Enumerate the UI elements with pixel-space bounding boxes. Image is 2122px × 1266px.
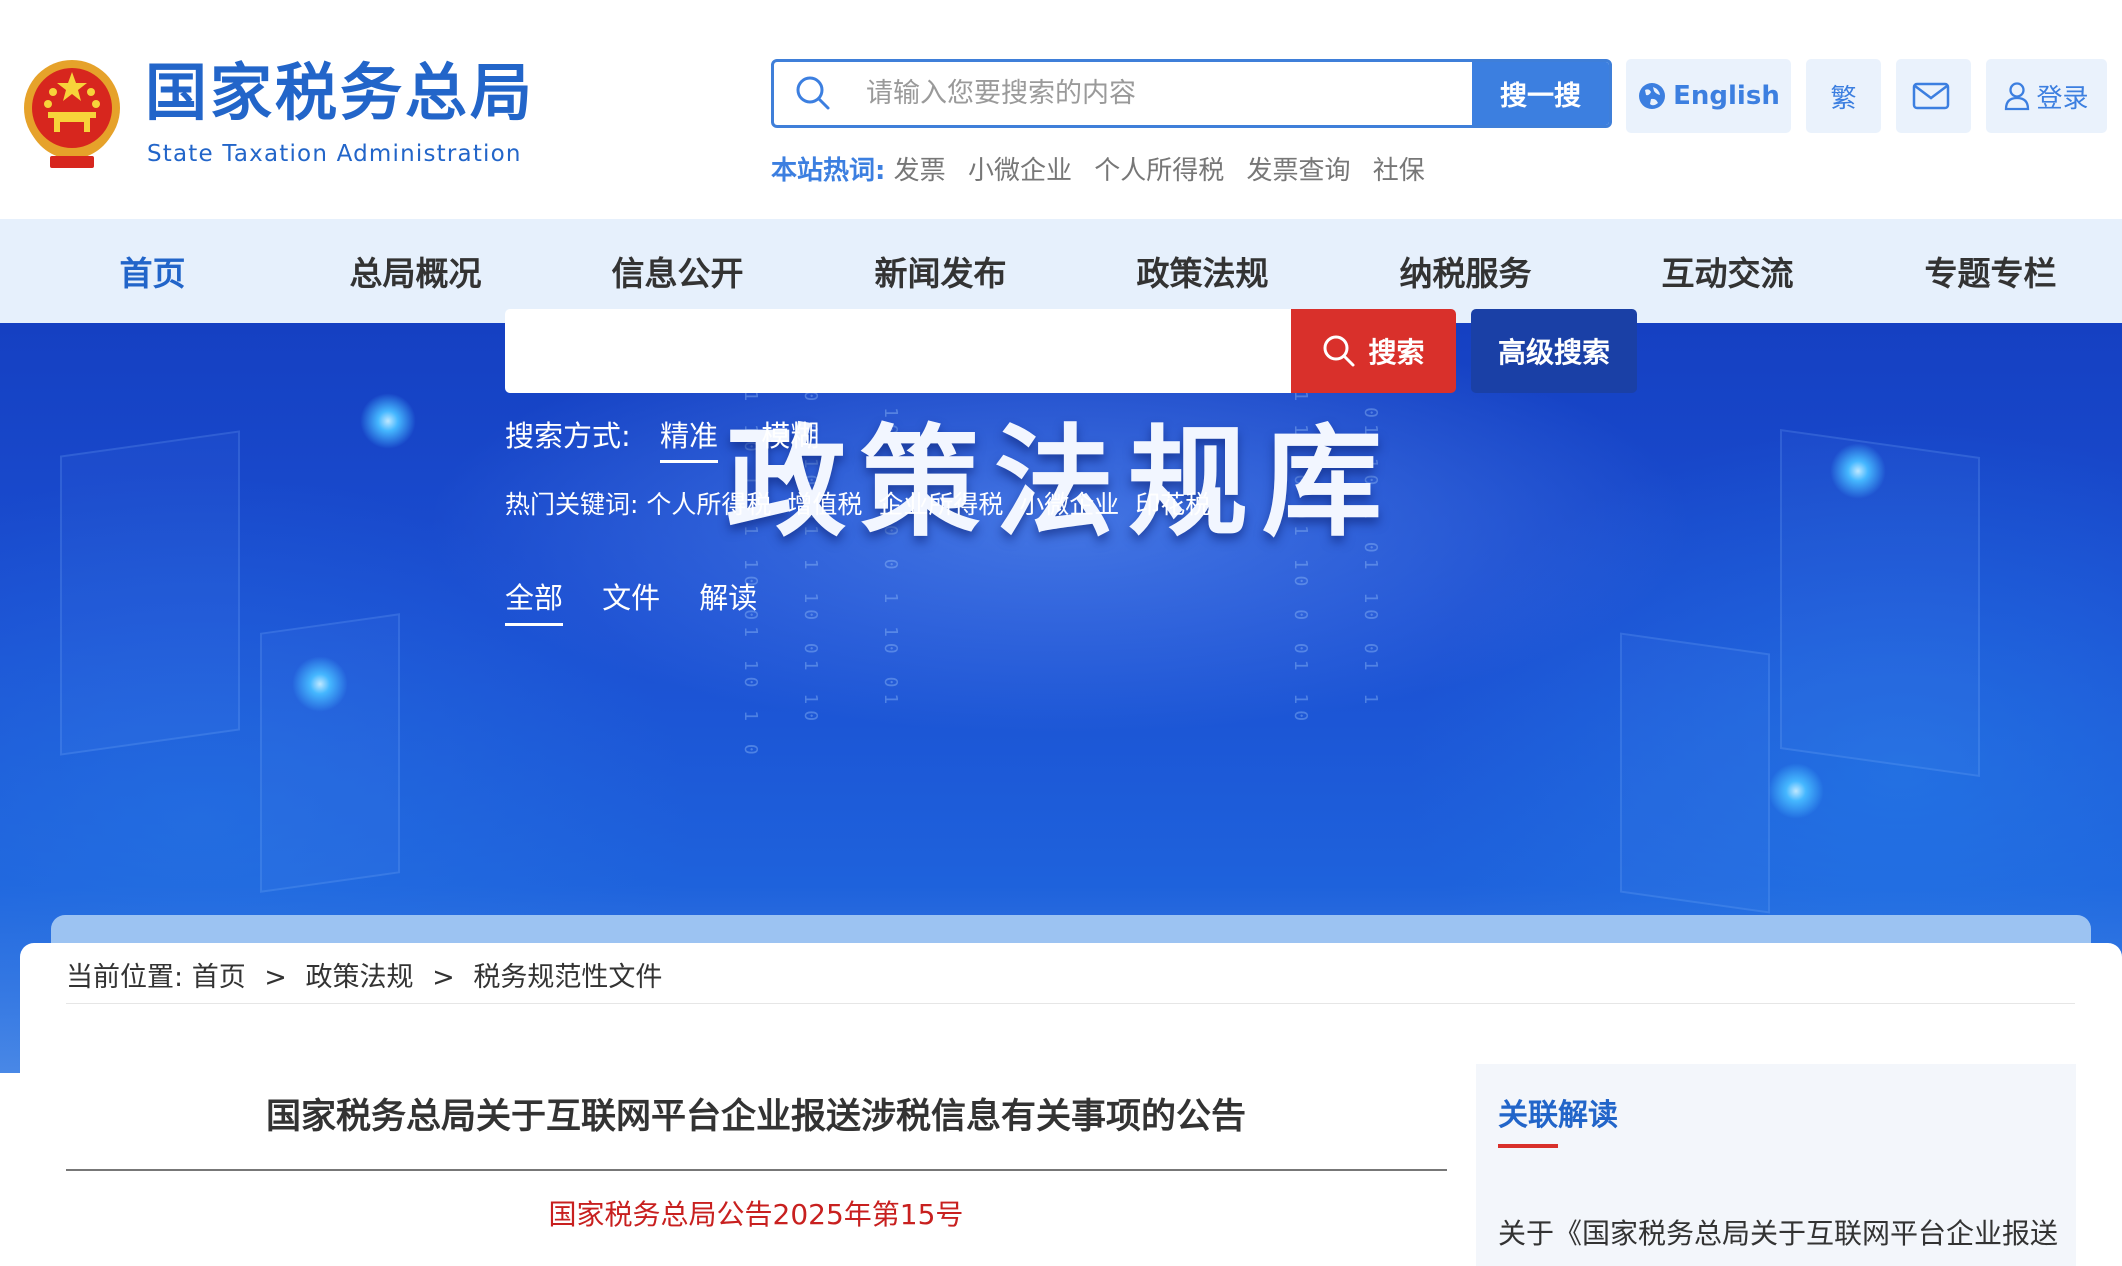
hot-word[interactable]: 小微企业 bbox=[968, 156, 1072, 186]
breadcrumb-normative-docs[interactable]: 税务规范性文件 bbox=[473, 962, 662, 993]
search-mode-fuzzy[interactable]: 模糊 bbox=[761, 413, 819, 460]
search-icon bbox=[1323, 335, 1355, 367]
tab-interpretations[interactable]: 解读 bbox=[699, 575, 757, 623]
login-button[interactable]: 登录 bbox=[1986, 59, 2107, 133]
hot-keyword[interactable]: 个人所得税 bbox=[646, 490, 771, 519]
banner-title: 政策法规库 bbox=[726, 412, 1396, 553]
policy-search-button[interactable]: 搜索 bbox=[1291, 309, 1456, 393]
tab-all[interactable]: 全部 bbox=[505, 575, 564, 626]
nav-item-policy[interactable]: 政策法规 bbox=[1071, 219, 1334, 323]
nav-item-tax-service[interactable]: 纳税服务 bbox=[1334, 219, 1597, 323]
nav-item-topics[interactable]: 专题专栏 bbox=[1859, 219, 2122, 323]
breadcrumb-policy[interactable]: 政策法规 bbox=[306, 962, 414, 993]
article-number: 国家税务总局公告2025年第15号 bbox=[548, 1198, 964, 1231]
breadcrumb-label: 当前位置: bbox=[66, 962, 184, 993]
nav-item-interaction[interactable]: 互动交流 bbox=[1596, 219, 1859, 323]
banner-glow-dot bbox=[1768, 763, 1824, 819]
breadcrumb: 当前位置: 首页 > 政策法规 > 税务规范性文件 bbox=[66, 955, 662, 994]
login-label: 登录 bbox=[2036, 83, 2089, 114]
nav-item-home[interactable]: 首页 bbox=[21, 219, 284, 323]
site-hot-words: 本站热词: 发票 小微企业 个人所得税 发票查询 社保 bbox=[771, 150, 1439, 187]
mail-button[interactable] bbox=[1896, 59, 1971, 133]
hot-keywords-label: 热门关键词: bbox=[505, 490, 639, 519]
nav-item-overview[interactable]: 总局概况 bbox=[284, 219, 547, 323]
breadcrumb-separator: > bbox=[432, 962, 455, 993]
national-emblem-icon bbox=[24, 60, 120, 168]
traditional-chinese-button[interactable]: 繁 bbox=[1806, 59, 1881, 133]
site-logo-english[interactable]: State Taxation Administration bbox=[147, 141, 522, 167]
site-search-input[interactable] bbox=[864, 62, 1464, 125]
search-icon bbox=[796, 76, 830, 110]
breadcrumb-divider bbox=[66, 1003, 1076, 1004]
banner-decor-panel bbox=[260, 613, 400, 893]
hot-keyword[interactable]: 小微企业 bbox=[1019, 490, 1119, 519]
main-nav: 首页 总局概况 信息公开 新闻发布 政策法规 纳税服务 互动交流 专题专栏 bbox=[0, 219, 2122, 323]
hot-word[interactable]: 个人所得税 bbox=[1094, 156, 1224, 186]
tab-documents[interactable]: 文件 bbox=[602, 575, 660, 623]
search-mode-label: 搜索方式: bbox=[505, 419, 631, 453]
search-mode-exact[interactable]: 精准 bbox=[660, 413, 719, 463]
banner-search-tabs: 全部 文件 解读 bbox=[505, 575, 791, 626]
globe-icon bbox=[1639, 83, 1666, 109]
policy-search-label: 搜索 bbox=[1368, 336, 1425, 369]
hot-word[interactable]: 社保 bbox=[1373, 156, 1425, 186]
breadcrumb-divider bbox=[1076, 1003, 2075, 1004]
english-label: English bbox=[1673, 81, 1780, 111]
article-title-divider bbox=[66, 1169, 1447, 1171]
hot-keywords: 热门关键词: 个人所得税 增值税 企业所得税 小微企业 印花税 bbox=[505, 485, 1218, 521]
banner-decor-panel bbox=[1620, 632, 1770, 914]
site-header: 国家税务总局 State Taxation Administration 搜一搜… bbox=[0, 0, 2122, 219]
search-mode: 搜索方式: 精准 模糊 bbox=[505, 413, 833, 463]
nav-item-news[interactable]: 新闻发布 bbox=[809, 219, 1072, 323]
nav-item-disclosure[interactable]: 信息公开 bbox=[546, 219, 809, 323]
user-icon bbox=[2005, 82, 2030, 111]
site-logo-chinese[interactable]: 国家税务总局 bbox=[145, 62, 535, 124]
hot-words-label: 本站热词: bbox=[771, 156, 886, 186]
article-title: 国家税务总局关于互联网平台企业报送涉税信息有关事项的公告 bbox=[265, 1097, 1246, 1137]
mail-icon bbox=[1912, 82, 1949, 110]
hot-keyword[interactable]: 增值税 bbox=[787, 490, 862, 519]
breadcrumb-separator: > bbox=[264, 962, 287, 993]
policy-search-input[interactable] bbox=[505, 309, 1291, 393]
hot-keyword[interactable]: 企业所得税 bbox=[878, 490, 1003, 519]
breadcrumb-home[interactable]: 首页 bbox=[192, 962, 246, 993]
site-search-button[interactable]: 搜一搜 bbox=[1472, 62, 1609, 125]
policy-search-box bbox=[505, 309, 1291, 393]
related-interpretation-title: 关联解读 bbox=[1498, 1098, 1618, 1133]
related-title-underline bbox=[1498, 1144, 1558, 1148]
english-button[interactable]: English bbox=[1626, 59, 1791, 133]
related-interpretation-panel: 关联解读 关于《国家税务总局关于互联网平台企业报送 bbox=[1476, 1064, 2076, 1266]
hot-word[interactable]: 发票 bbox=[894, 156, 946, 186]
advanced-search-button[interactable]: 高级搜索 bbox=[1471, 309, 1637, 393]
hot-word[interactable]: 发票查询 bbox=[1247, 156, 1351, 186]
hot-keyword[interactable]: 印花税 bbox=[1135, 490, 1210, 519]
banner-glow-dot bbox=[292, 656, 348, 712]
site-search-box: 搜一搜 bbox=[771, 59, 1612, 128]
related-interpretation-link[interactable]: 关于《国家税务总局关于互联网平台企业报送 bbox=[1498, 1212, 2068, 1252]
